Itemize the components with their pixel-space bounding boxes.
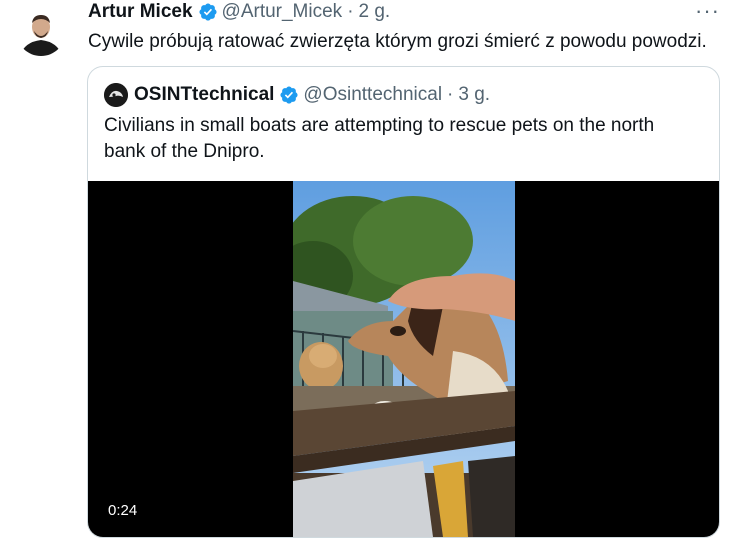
- author-handle[interactable]: @Artur_Micek: [222, 1, 343, 23]
- author-avatar[interactable]: [16, 6, 66, 56]
- tweet-header: Artur Micek @Artur_Micek · 2 g.: [88, 0, 390, 24]
- quoted-tweet-timestamp[interactable]: 3 g.: [458, 84, 490, 106]
- quoted-tweet-header: OSINTtechnical @Osinttechnical · 3 g.: [104, 83, 490, 107]
- separator-dot: ·: [447, 84, 454, 105]
- tweet-timestamp[interactable]: 2 g.: [359, 1, 391, 23]
- quoted-tweet[interactable]: OSINTtechnical @Osinttechnical · 3 g. Ci…: [87, 66, 720, 538]
- quoted-author-handle[interactable]: @Osinttechnical: [303, 84, 442, 106]
- quoted-tweet-text: Civilians in small boats are attempting …: [104, 115, 655, 162]
- video-player[interactable]: 0:24: [88, 181, 719, 537]
- video-frame: [293, 181, 515, 537]
- quoted-author-name[interactable]: OSINTtechnical: [134, 84, 274, 106]
- author-name[interactable]: Artur Micek: [88, 1, 193, 23]
- verified-badge-icon[interactable]: [198, 2, 218, 22]
- video-duration: 0:24: [102, 500, 144, 521]
- verified-badge-icon[interactable]: [279, 85, 299, 105]
- quoted-author-avatar: [104, 83, 128, 107]
- separator-dot: ·: [347, 1, 354, 22]
- more-horizontal-icon[interactable]: ···: [695, 0, 720, 22]
- tweet-text: Cywile próbują ratować zwierzęta którym …: [88, 31, 707, 52]
